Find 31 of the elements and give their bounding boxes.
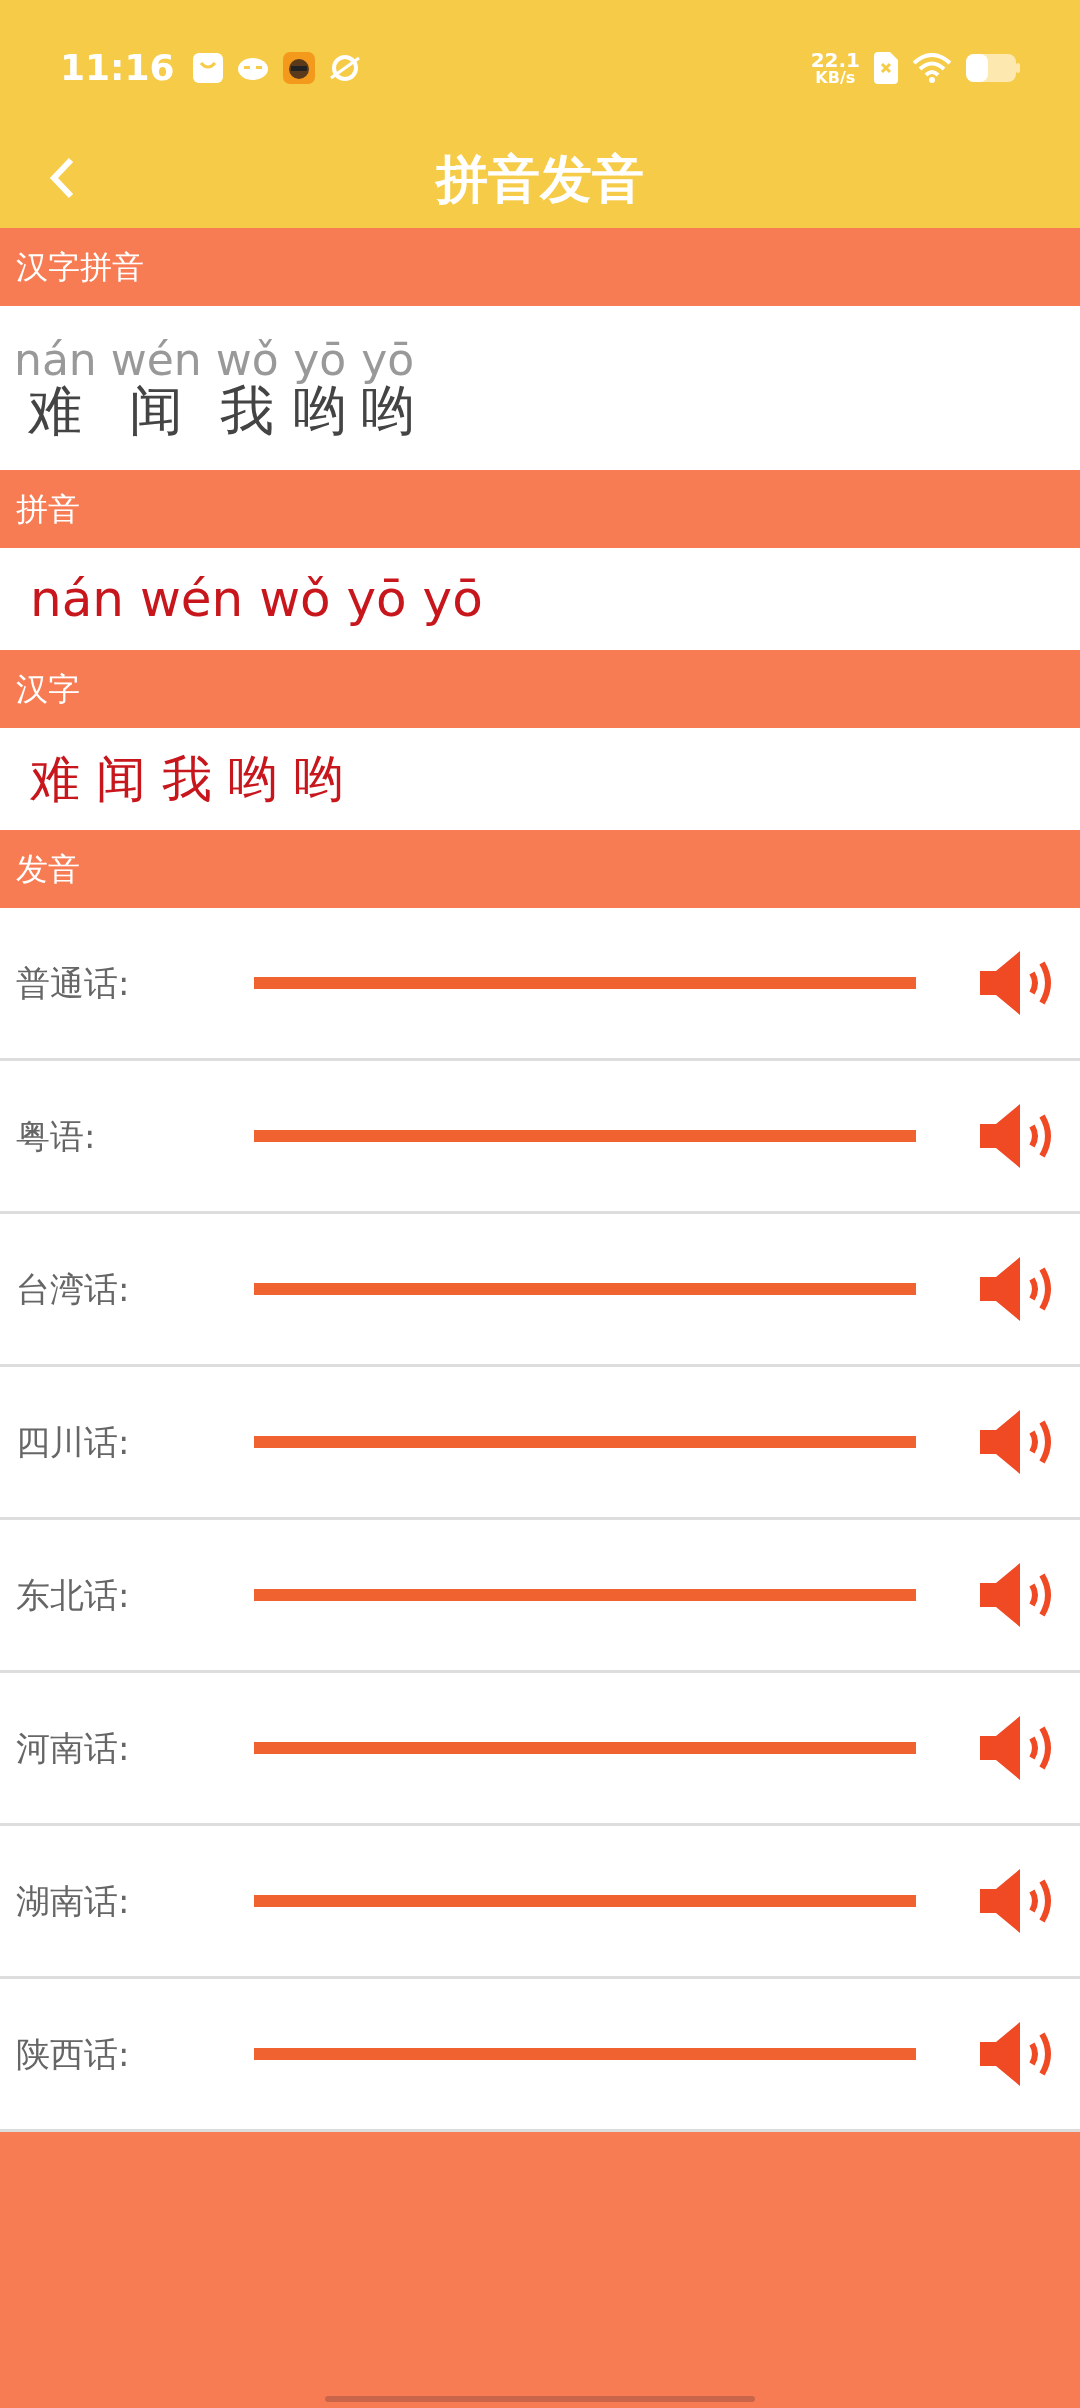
wifi-icon — [912, 53, 952, 83]
dialect-label: 河南话: — [16, 1726, 131, 1770]
dialect-label: 四川话: — [16, 1420, 131, 1464]
network-speed: 22.1 — [810, 50, 860, 70]
hanzi-character: 哟 — [360, 384, 415, 438]
result-text: 难 闻 我 哟 哟 — [30, 748, 344, 810]
cat-face-icon — [236, 55, 269, 81]
status-time: 11:16 — [60, 46, 175, 90]
pinyin-syllable: wǒ — [215, 338, 279, 382]
dialect-label: 粤语: — [16, 1114, 97, 1158]
hanzi-character: 我 — [220, 384, 275, 438]
pinyin-syllable: yō — [361, 338, 415, 382]
dialect-label: 陕西话: — [16, 2032, 131, 2076]
dialect-label: 普通话: — [16, 961, 131, 1005]
dialect-label: 东北话: — [16, 1573, 131, 1617]
network-speed-unit: KB/s — [815, 70, 856, 86]
hanzi-character: 难 — [28, 384, 83, 438]
back-icon — [49, 156, 75, 200]
dialect-label: 台湾话: — [16, 1267, 131, 1311]
pinyin-syllable: yō — [293, 338, 347, 382]
pinyin-syllable: wén — [110, 338, 202, 382]
dialect-label: 湖南话: — [16, 1879, 131, 1923]
app-icon — [282, 52, 315, 84]
hanzi-character: 哟 — [292, 384, 347, 438]
shopping-bag-icon — [192, 53, 223, 83]
sim-card-icon — [874, 52, 898, 84]
hanzi-character: 闻 — [129, 384, 184, 438]
result-text: nán wén wǒ yō yō — [30, 568, 483, 630]
page-title: 拼音发音 — [436, 148, 644, 211]
pinyin-syllable: nán — [14, 338, 97, 382]
battery-icon — [966, 54, 1020, 82]
